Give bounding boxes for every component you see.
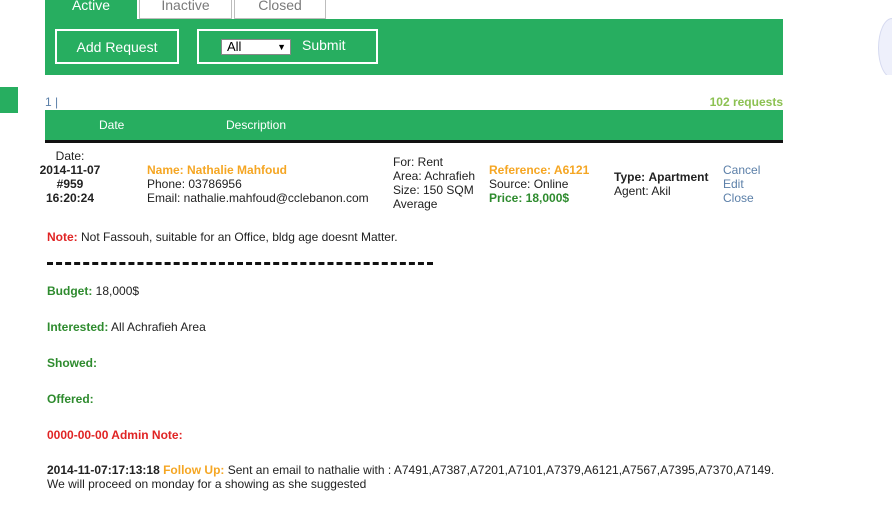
status-tabs: Active Inactive Closed bbox=[45, 0, 326, 19]
add-request-button[interactable]: Add Request bbox=[55, 29, 179, 64]
column-description: Description bbox=[226, 118, 287, 132]
type-info: Type: Apartment Agent: Akil bbox=[614, 170, 708, 198]
follow-up-entry: 2014-11-07:17:13:18 Follow Up: Sent an e… bbox=[47, 463, 777, 491]
dropdown-arrow-icon: ▼ bbox=[277, 42, 286, 52]
row-actions: Cancel Edit Close bbox=[723, 163, 760, 205]
client-phone: Phone: 03786956 bbox=[147, 177, 242, 191]
close-link[interactable]: Close bbox=[723, 191, 760, 205]
follow-up-timestamp: 2014-11-07:17:13:18 bbox=[47, 463, 160, 477]
agent: Agent: Akil bbox=[614, 184, 671, 198]
filter-form: All ▼ Submit bbox=[197, 29, 378, 64]
edit-link[interactable]: Edit bbox=[723, 177, 760, 191]
budget-value: 18,000$ bbox=[92, 284, 140, 298]
request-count: 102 requests bbox=[709, 95, 783, 109]
request-note: Note: Not Fassouh, suitable for an Offic… bbox=[47, 230, 398, 244]
left-edge-marker bbox=[0, 87, 18, 113]
status-filter-select[interactable]: All ▼ bbox=[221, 39, 291, 55]
corner-decoration bbox=[878, 0, 892, 75]
cancel-link[interactable]: Cancel bbox=[723, 163, 760, 177]
admin-note-label: 0000-00-00 Admin Note: bbox=[47, 428, 183, 442]
client-name: Name: Nathalie Mahfoud bbox=[147, 163, 288, 177]
type-value: Apartment bbox=[648, 170, 709, 184]
client-info: Name: Nathalie Mahfoud Phone: 03786956 E… bbox=[147, 163, 369, 205]
date-label: Date: bbox=[55, 149, 85, 163]
budget-label: Budget: bbox=[47, 284, 93, 298]
status-filter-value: All bbox=[227, 39, 242, 54]
follow-up-label: Follow Up: bbox=[159, 463, 225, 477]
offered-label: Offered: bbox=[47, 392, 94, 406]
price: Price: 18,000$ bbox=[489, 191, 570, 205]
pagination[interactable]: 1 | bbox=[45, 95, 58, 109]
source: Source: Online bbox=[489, 177, 569, 191]
reference-code: Reference: A6121 bbox=[489, 163, 590, 177]
interested-label: Interested: bbox=[47, 320, 109, 334]
property-area: Area: Achrafieh bbox=[393, 169, 476, 183]
table-header: Date Description bbox=[45, 110, 783, 143]
showed-label: Showed: bbox=[47, 356, 97, 370]
request-id: #959 bbox=[56, 177, 84, 191]
column-date: Date bbox=[99, 118, 125, 132]
property-info: For: Rent Area: Achrafieh Size: 150 SQM … bbox=[393, 155, 475, 211]
type-label: Type: bbox=[614, 170, 646, 184]
client-email: Email: nathalie.mahfoud@cclebanon.com bbox=[147, 191, 369, 205]
request-date-cell: Date: 2014-11-07 #959 16:20:24 bbox=[30, 149, 110, 205]
dashed-divider bbox=[47, 262, 433, 265]
note-text: Not Fassouh, suitable for an Office, bld… bbox=[77, 230, 398, 244]
property-size: Size: 150 SQM bbox=[393, 183, 474, 197]
toolbar: Add Request All ▼ Submit bbox=[45, 19, 783, 75]
tab-closed[interactable]: Closed bbox=[234, 0, 326, 19]
property-for: For: Rent bbox=[393, 155, 444, 169]
property-condition: Average bbox=[393, 197, 438, 211]
tab-inactive[interactable]: Inactive bbox=[139, 0, 232, 19]
request-time: 16:20:24 bbox=[45, 191, 95, 205]
request-date: 2014-11-07 bbox=[39, 163, 101, 177]
tab-active[interactable]: Active bbox=[45, 0, 137, 19]
interested-value: All Achrafieh Area bbox=[108, 320, 206, 334]
note-label: Note: bbox=[47, 230, 78, 244]
reference-info: Reference: A6121 Source: Online Price: 1… bbox=[489, 163, 589, 205]
submit-button[interactable]: Submit bbox=[302, 37, 346, 53]
budget-line: Budget: 18,000$ bbox=[47, 284, 139, 298]
interested-line: Interested: All Achrafieh Area bbox=[47, 320, 206, 334]
